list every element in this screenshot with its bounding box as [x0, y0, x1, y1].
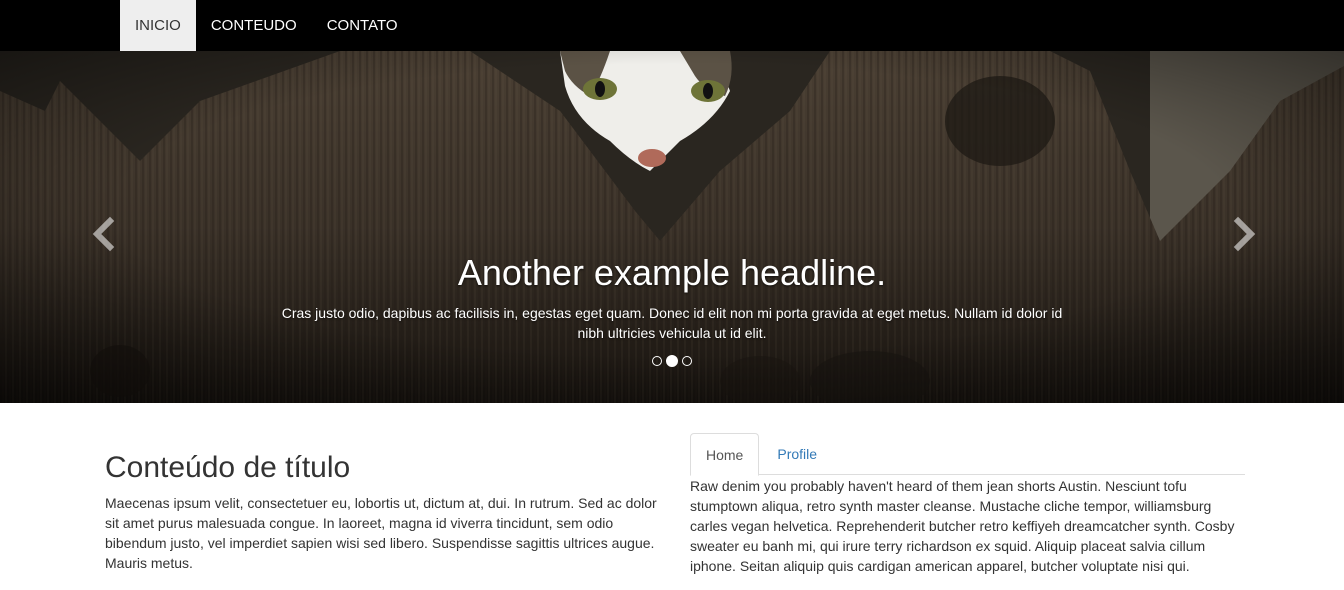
navbar: INICIO CONTEUDO CONTATO [0, 0, 1344, 51]
hero-carousel: Another example headline. Cras justo odi… [0, 51, 1344, 403]
tabs-panel: Home Profile Raw denim you probably have… [690, 433, 1245, 576]
carousel-caption: Another example headline. Cras justo odi… [272, 251, 1072, 343]
tab-profile[interactable]: Profile [761, 433, 833, 475]
nav-item-contato[interactable]: CONTATO [312, 0, 413, 51]
tab-home[interactable]: Home [690, 433, 760, 476]
tab-content: Raw denim you probably haven't heard of … [690, 478, 1235, 574]
nav-menu: INICIO CONTEUDO CONTATO [120, 0, 413, 51]
carousel-headline: Another example headline. [457, 252, 887, 293]
content-title: Conteúdo de título [105, 451, 351, 484]
content-paragraph: Maecenas ipsum velit, consectetuer eu, l… [105, 495, 657, 571]
nav-item-inicio[interactable]: INICIO [120, 0, 196, 51]
carousel-background-image [0, 51, 1344, 403]
carousel-indicators [652, 355, 692, 367]
carousel-indicator-3[interactable] [682, 356, 692, 366]
content-section: Conteúdo de título Maecenas ipsum velit,… [105, 448, 665, 573]
carousel-text: Cras justo odio, dapibus ac facilisis in… [281, 305, 1063, 341]
carousel-indicator-1[interactable] [652, 356, 662, 366]
carousel-next-chevron-right-icon[interactable] [1230, 216, 1260, 252]
nav-item-conteudo[interactable]: CONTEUDO [196, 0, 312, 51]
tab-list: Home Profile [690, 433, 1245, 476]
carousel-indicator-2[interactable] [666, 355, 678, 367]
carousel-prev-chevron-left-icon[interactable] [88, 216, 118, 252]
